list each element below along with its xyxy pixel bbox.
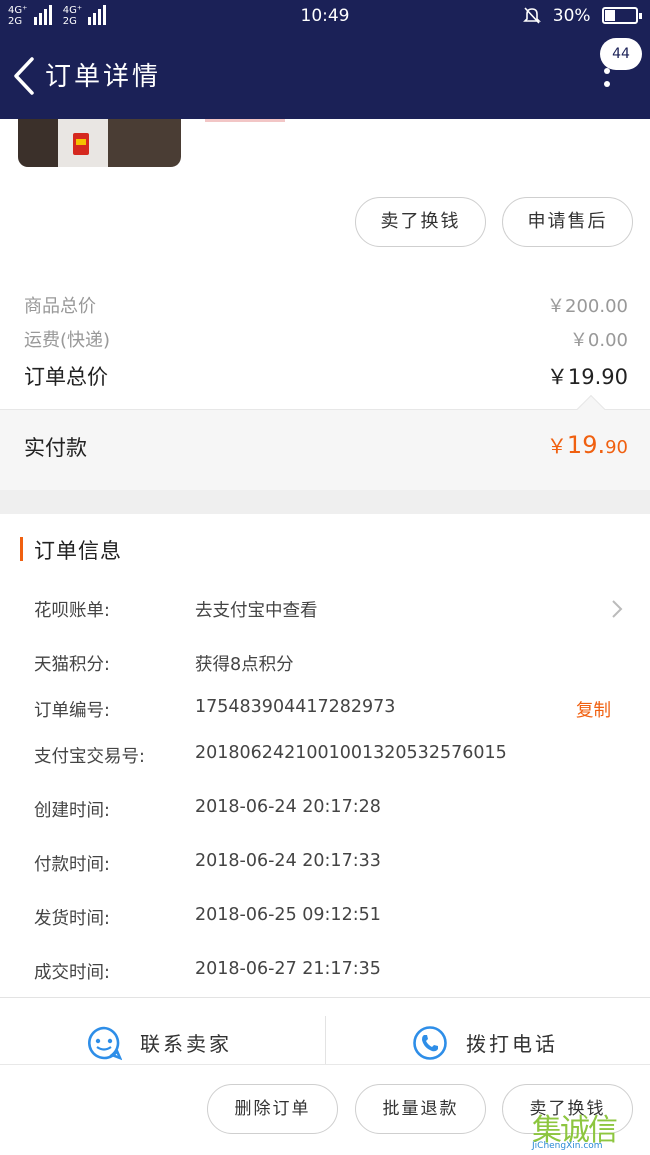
page-title: 订单详情 [45, 62, 162, 92]
watermark-url: JiChengXin.com [532, 1141, 603, 1151]
info-key: 天猫积分: [34, 655, 110, 675]
info-value: 2018062421001001320532576015 [195, 743, 507, 763]
info-key: 订单编号: [34, 701, 110, 721]
batch-refund-button[interactable]: 批量退款 [355, 1084, 486, 1134]
info-key: 创建时间: [34, 801, 110, 821]
order-total-row: 订单总价 ￥19.90 [24, 361, 628, 391]
section-accent-bar [20, 537, 23, 561]
copy-order-number-button[interactable]: 复制 [576, 697, 611, 722]
contact-bar: 联系卖家 拨打电话 [0, 997, 650, 1065]
notch-indicator [576, 394, 606, 424]
chevron-right-icon [612, 600, 623, 618]
sell-for-cash-button[interactable]: 卖了换钱 [355, 197, 486, 247]
site-watermark: 集诚信 JiChengXin.com [532, 1103, 650, 1155]
contact-seller-label: 联系卖家 [140, 1032, 232, 1056]
mute-bell-icon [523, 7, 542, 24]
order-total-value: ￥19.90 [546, 365, 628, 389]
info-value: 去支付宝中查看 [195, 601, 318, 621]
status-bar: 4G⁺ 2G 4G⁺ 2G 10:49 30% [0, 0, 650, 34]
goods-total-row: 商品总价 ￥200.00 [24, 292, 628, 318]
battery-icon [602, 7, 642, 24]
contact-seller-button[interactable]: 联系卖家 [0, 998, 325, 1066]
info-key: 花呗账单: [34, 601, 110, 621]
goods-total-label: 商品总价 [24, 296, 96, 317]
info-value: 2018-06-24 20:17:33 [195, 851, 381, 871]
phone-icon [413, 1026, 447, 1060]
actual-payment-label: 实付款 [24, 436, 87, 460]
info-key: 成交时间: [34, 963, 110, 983]
product-thumbnail[interactable] [18, 119, 181, 167]
info-value: 获得8点积分 [195, 655, 294, 675]
actual-payment-value: ￥19.90 [546, 431, 628, 459]
back-arrow-icon[interactable] [10, 55, 40, 97]
product-price-tag [205, 119, 285, 122]
shipping-value: ￥0.00 [569, 330, 628, 351]
shipping-label: 运费(快递) [24, 330, 111, 351]
app-header: 4G⁺ 2G 4G⁺ 2G 10:49 30% 订单详情 44 [0, 0, 650, 119]
info-key: 支付宝交易号: [34, 747, 145, 767]
call-phone-button[interactable]: 拨打电话 [326, 998, 650, 1066]
more-menu-icon[interactable] [601, 68, 613, 94]
info-value: 2018-06-24 20:17:28 [195, 797, 381, 817]
info-value: 2018-06-25 09:12:51 [195, 905, 381, 925]
info-key: 发货时间: [34, 909, 110, 929]
goods-total-value: ￥200.00 [547, 296, 628, 317]
delete-order-button[interactable]: 删除订单 [207, 1084, 338, 1134]
battery-percent: 30% [552, 6, 591, 26]
info-value: 175483904417282973 [195, 697, 396, 717]
call-phone-label: 拨打电话 [466, 1032, 558, 1056]
apply-after-sale-button[interactable]: 申请售后 [502, 197, 633, 247]
section-separator [0, 490, 650, 514]
order-total-label: 订单总价 [24, 365, 108, 389]
info-value: 2018-06-27 21:17:35 [195, 959, 381, 979]
actual-payment-box: 实付款 ￥19.90 [0, 394, 650, 490]
info-key: 付款时间: [34, 855, 110, 875]
chat-bubble-icon [88, 1026, 122, 1061]
order-info-title: 订单信息 [34, 539, 122, 563]
message-count-badge[interactable]: 44 [600, 38, 642, 70]
status-right: 30% [523, 6, 642, 26]
shipping-row: 运费(快递) ￥0.00 [24, 326, 628, 352]
